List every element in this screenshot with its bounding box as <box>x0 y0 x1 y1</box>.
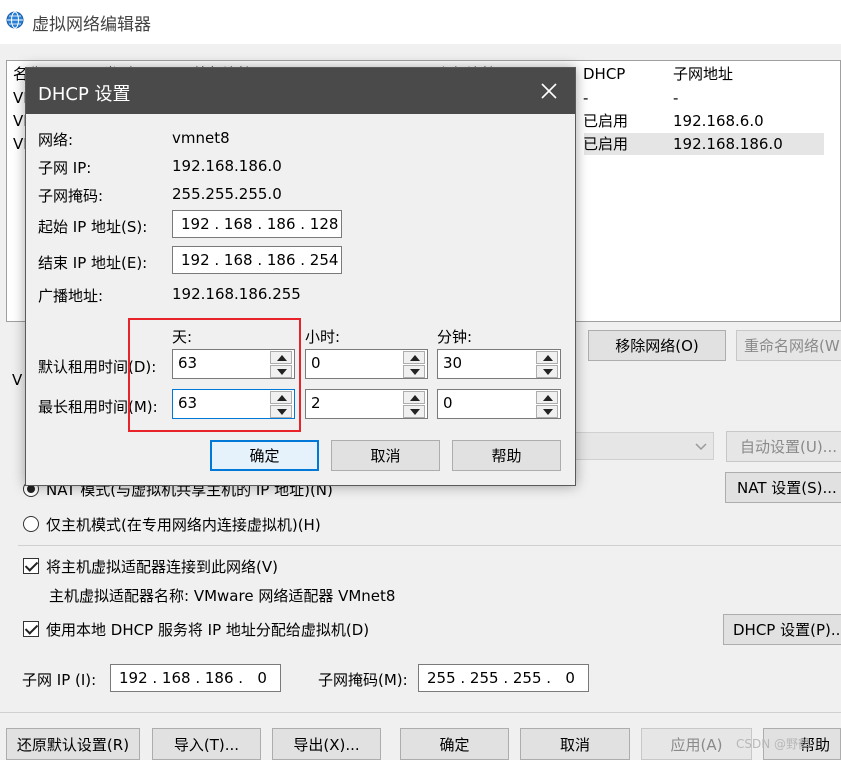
hours-label: 小时: <box>305 328 341 346</box>
spin-down-button[interactable] <box>403 365 425 378</box>
spinner-value: 0 <box>311 354 321 372</box>
spinner-buttons <box>536 350 560 378</box>
spinner-buttons <box>536 390 560 418</box>
down-arrow-icon <box>410 409 420 415</box>
subnet-mask-value: 255.255.255.0 <box>172 185 282 203</box>
adapter-name-text: 主机虚拟适配器名称: VMware 网络适配器 VMnet8 <box>49 587 396 605</box>
network-value: vmnet8 <box>172 129 230 147</box>
dialog-ok-button[interactable]: 确定 <box>210 440 319 471</box>
subnet-ip-value: 192.168.186.0 <box>172 157 282 175</box>
host-only-radio[interactable] <box>23 516 39 532</box>
max-lease-minutes-spinner[interactable]: 0 <box>437 389 561 419</box>
cancel-button[interactable]: 取消 <box>520 728 630 760</box>
row-dhcp: - <box>583 89 589 107</box>
export-button[interactable]: 导出(X)... <box>272 728 381 760</box>
host-only-label[interactable]: 仅主机模式(在专用网络内连接虚拟机)(H) <box>46 514 321 535</box>
dialog-title: DHCP 设置 <box>38 84 131 105</box>
row-dhcp: 已启用 <box>583 135 629 153</box>
spin-up-button[interactable] <box>536 391 558 404</box>
use-dhcp-checkbox[interactable] <box>23 621 39 637</box>
row-subnet: - <box>673 89 679 107</box>
row-dhcp: 已启用 <box>583 112 629 130</box>
bridge-target-dropdown[interactable] <box>560 432 714 460</box>
up-arrow-icon <box>410 395 420 401</box>
start-ip-label: 起始 IP 地址(S): <box>38 218 148 236</box>
up-arrow-icon <box>410 355 420 361</box>
rename-network-button[interactable]: 重命名网络(W <box>736 330 841 361</box>
subnet-ip-input[interactable]: 192 . 168 . 186 . 0 <box>110 664 281 692</box>
globe-icon <box>6 11 24 29</box>
down-arrow-icon <box>543 369 553 375</box>
col-header-dhcp[interactable]: DHCP <box>583 61 625 87</box>
subnet-ip-label: 子网 IP (I): <box>22 671 97 689</box>
max-lease-hours-spinner[interactable]: 2 <box>305 389 428 419</box>
up-arrow-icon <box>543 395 553 401</box>
subnet-mask-label: 子网掩码(M): <box>318 671 408 689</box>
dialog-help-button[interactable]: 帮助 <box>452 440 561 471</box>
spinner-buttons <box>403 350 427 378</box>
spinner-value: 30 <box>443 354 463 372</box>
subnet-mask-input[interactable]: 255 . 255 . 255 . 0 <box>418 664 589 692</box>
dialog-titlebar: DHCP 设置 <box>26 68 575 114</box>
down-arrow-icon <box>410 369 420 375</box>
divider <box>0 712 841 713</box>
connect-adapter-label[interactable]: 将主机虚拟适配器连接到此网络(V) <box>46 556 278 577</box>
default-lease-hours-spinner[interactable]: 0 <box>305 349 428 379</box>
spin-up-button[interactable] <box>536 351 558 364</box>
dialog-cancel-button[interactable]: 取消 <box>331 440 440 471</box>
up-arrow-icon <box>543 355 553 361</box>
remove-network-button[interactable]: 移除网络(O) <box>588 330 726 361</box>
row-subnet: 192.168.186.0 <box>673 135 783 153</box>
dhcp-settings-button[interactable]: DHCP 设置(P)... <box>723 614 841 645</box>
spin-down-button[interactable] <box>403 405 425 418</box>
broadcast-label: 广播地址: <box>38 287 104 305</box>
spin-down-button[interactable] <box>536 405 558 418</box>
vmnet-info-label: V <box>12 371 23 389</box>
ok-button[interactable]: 确定 <box>400 728 509 760</box>
col-header-subnet[interactable]: 子网地址 <box>673 61 733 87</box>
subnet-mask-label: 子网掩码: <box>38 187 104 205</box>
divider <box>18 545 841 546</box>
auto-settings-button[interactable]: 自动设置(U)... <box>726 431 841 462</box>
window-title: 虚拟网络编辑器 <box>32 15 151 35</box>
minutes-label: 分钟: <box>437 328 473 346</box>
spin-up-button[interactable] <box>403 391 425 404</box>
default-lease-minutes-spinner[interactable]: 30 <box>437 349 561 379</box>
highlight-annotation-box <box>128 318 301 432</box>
spinner-value: 2 <box>311 394 321 412</box>
spin-up-button[interactable] <box>403 351 425 364</box>
row-subnet: 192.168.6.0 <box>673 112 764 130</box>
down-arrow-icon <box>543 409 553 415</box>
broadcast-value: 192.168.186.255 <box>172 285 301 303</box>
spin-down-button[interactable] <box>536 365 558 378</box>
end-ip-label: 结束 IP 地址(E): <box>38 254 148 272</box>
restore-defaults-button[interactable]: 还原默认设置(R) <box>6 728 140 760</box>
spinner-value: 0 <box>443 394 453 412</box>
nat-settings-button[interactable]: NAT 设置(S)... <box>725 472 841 503</box>
import-button[interactable]: 导入(T)... <box>152 728 261 760</box>
use-dhcp-label[interactable]: 使用本地 DHCP 服务将 IP 地址分配给虚拟机(D) <box>46 619 369 640</box>
spinner-buttons <box>403 390 427 418</box>
start-ip-input[interactable]: 192 . 168 . 186 . 128 <box>172 210 342 238</box>
network-label: 网络: <box>38 131 74 149</box>
end-ip-input[interactable]: 192 . 168 . 186 . 254 <box>172 246 342 274</box>
close-icon[interactable] <box>539 81 559 101</box>
chevron-down-icon <box>695 443 707 451</box>
subnet-ip-label: 子网 IP: <box>38 159 92 177</box>
watermark: CSDN @野鹤 <box>736 737 811 751</box>
connect-adapter-checkbox[interactable] <box>23 558 39 574</box>
